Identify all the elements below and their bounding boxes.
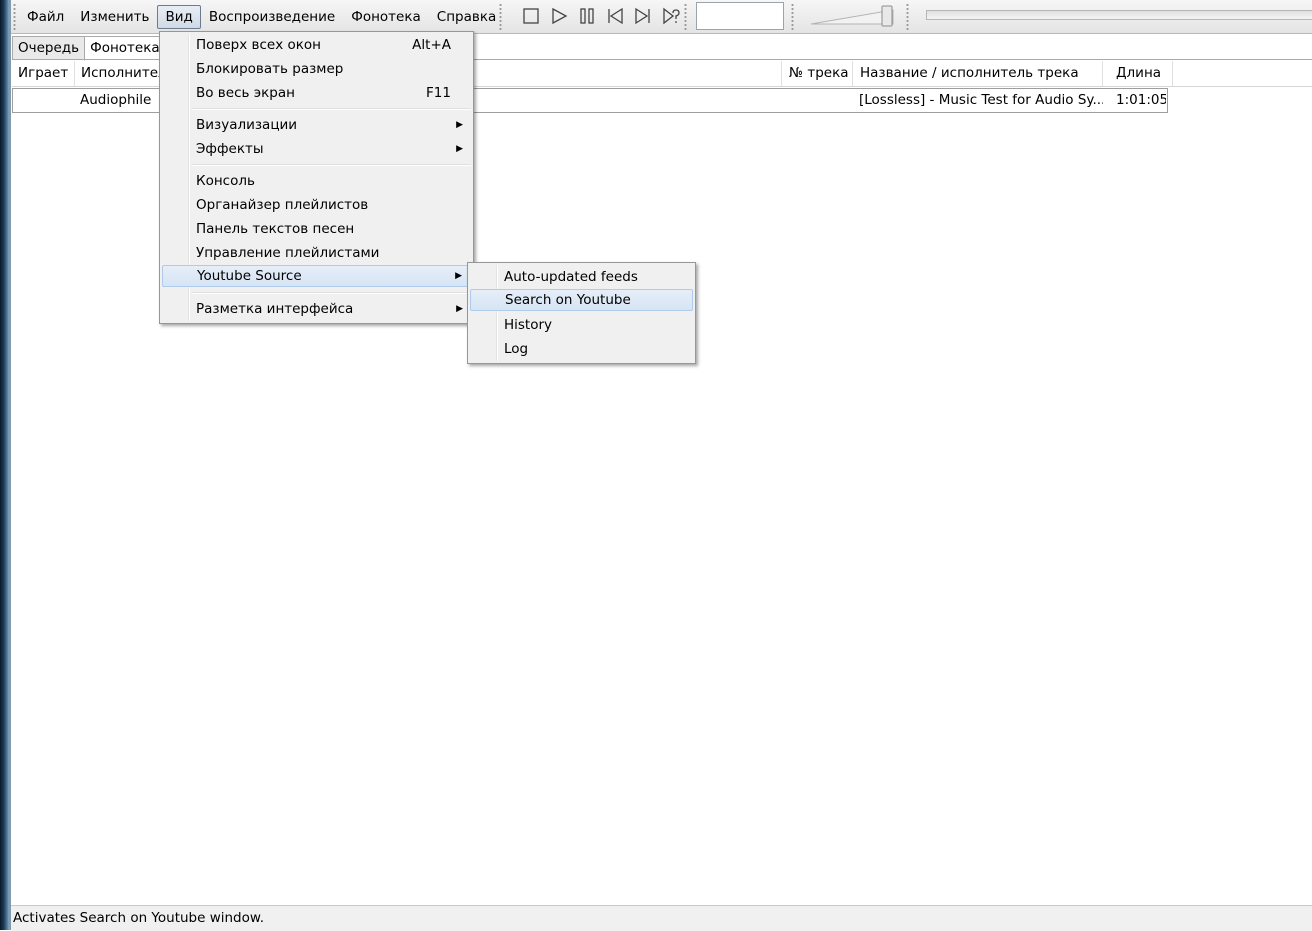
menu-item-auto-updated-feeds[interactable]: Auto-updated feeds	[470, 266, 693, 288]
shortcut-label: Alt+A	[412, 37, 451, 53]
menu-item-label: Поверх всех окон	[196, 37, 321, 53]
menu-item-label: Визуализации	[196, 117, 298, 133]
toolbar-grip[interactable]	[499, 3, 502, 30]
playback-order-box[interactable]	[696, 2, 784, 30]
menubar: Файл Изменить Вид Воспроизведение Фоноте…	[19, 5, 504, 29]
play-icon[interactable]	[548, 5, 570, 27]
column-length[interactable]: Длина	[1104, 61, 1173, 86]
menu-item-label: Разметка интерфейса	[196, 301, 354, 317]
menu-item-effects[interactable]: Эффекты ▶	[162, 138, 471, 160]
cell-playing	[19, 89, 69, 112]
menu-item-label: Log	[504, 341, 529, 357]
toolbar-grip[interactable]	[13, 3, 16, 30]
menu-library[interactable]: Фонотека	[343, 5, 429, 29]
column-playing[interactable]: Играет	[12, 61, 75, 86]
previous-icon[interactable]	[604, 5, 626, 27]
toolbar-grip[interactable]	[906, 3, 909, 30]
menu-edit[interactable]: Изменить	[72, 5, 157, 29]
menu-item-search-on-youtube[interactable]: Search on Youtube	[470, 289, 693, 311]
view-menu-dropdown: Поверх всех окон Alt+A Блокировать разме…	[159, 31, 474, 324]
status-text: Activates Search on Youtube window.	[13, 910, 264, 926]
toolbar-grip[interactable]	[684, 3, 687, 30]
menu-item-playlist-organizer[interactable]: Органайзер плейлистов	[162, 194, 471, 216]
stop-icon[interactable]	[520, 5, 542, 27]
menu-item-always-on-top[interactable]: Поверх всех окон Alt+A	[162, 34, 471, 56]
window-left-edge	[0, 0, 11, 930]
volume-slider[interactable]	[809, 4, 901, 28]
menu-item-visualizations[interactable]: Визуализации ▶	[162, 114, 471, 136]
menu-item-label: Панель текстов песен	[196, 221, 355, 237]
cell-title: [Lossless] - Music Test for Audio Sy...	[859, 92, 1103, 108]
menu-item-label: History	[504, 317, 553, 333]
tab-queue[interactable]: Очередь	[12, 36, 86, 60]
cell-length: 1:01:05	[1116, 92, 1166, 108]
random-icon[interactable]	[660, 5, 682, 27]
submenu-arrow-icon: ▶	[455, 271, 462, 281]
menu-item-label: Управление плейлистами	[196, 245, 380, 261]
column-title[interactable]: Название / исполнитель трека	[854, 61, 1103, 86]
shortcut-label: F11	[426, 85, 451, 101]
menu-separator	[192, 164, 471, 166]
menu-item-lyrics-panel[interactable]: Панель текстов песен	[162, 218, 471, 240]
menu-item-label: Консоль	[196, 173, 255, 189]
menu-item-log[interactable]: Log	[470, 338, 693, 360]
youtube-source-submenu: Auto-updated feeds Search on Youtube His…	[467, 262, 696, 364]
menu-item-label: Органайзер плейлистов	[196, 197, 369, 213]
toolbar: Файл Изменить Вид Воспроизведение Фоноте…	[11, 0, 1312, 34]
tab-library[interactable]: Фонотека	[84, 36, 166, 61]
menu-item-console[interactable]: Консоль	[162, 170, 471, 192]
menu-item-lock-size[interactable]: Блокировать размер	[162, 58, 471, 80]
menu-item-label: Блокировать размер	[196, 61, 344, 77]
menu-separator	[192, 108, 471, 110]
menu-file[interactable]: Файл	[19, 5, 72, 29]
menu-item-label: Эффекты	[196, 141, 264, 157]
submenu-arrow-icon: ▶	[456, 144, 463, 154]
submenu-arrow-icon: ▶	[456, 120, 463, 130]
menu-item-fullscreen[interactable]: Во весь экран F11	[162, 82, 471, 104]
submenu-arrow-icon: ▶	[456, 304, 463, 314]
menu-separator	[192, 292, 471, 294]
seek-bar[interactable]	[926, 10, 1312, 20]
menu-item-label: Auto-updated feeds	[504, 269, 638, 285]
menu-help[interactable]: Справка	[429, 5, 504, 29]
menu-playback[interactable]: Воспроизведение	[201, 5, 343, 29]
toolbar-grip[interactable]	[791, 3, 794, 30]
menu-item-history[interactable]: History	[470, 314, 693, 336]
pause-icon[interactable]	[576, 5, 598, 27]
next-icon[interactable]	[632, 5, 654, 27]
playlist-tabs: Очередь Фонотека	[12, 36, 166, 61]
menu-item-label: Во весь экран	[196, 85, 295, 101]
menu-item-label: Search on Youtube	[505, 292, 631, 308]
transport-controls	[520, 5, 682, 27]
status-bar: Activates Search on Youtube window.	[11, 905, 1312, 931]
column-track-number[interactable]: № трека	[783, 61, 853, 86]
menu-item-youtube-source[interactable]: Youtube Source ▶	[162, 265, 471, 287]
menu-view[interactable]: Вид	[157, 5, 201, 29]
menu-item-layout[interactable]: Разметка интерфейса ▶	[162, 298, 471, 320]
menu-item-label: Youtube Source	[197, 268, 302, 284]
menu-item-playlist-manager[interactable]: Управление плейлистами	[162, 242, 471, 264]
